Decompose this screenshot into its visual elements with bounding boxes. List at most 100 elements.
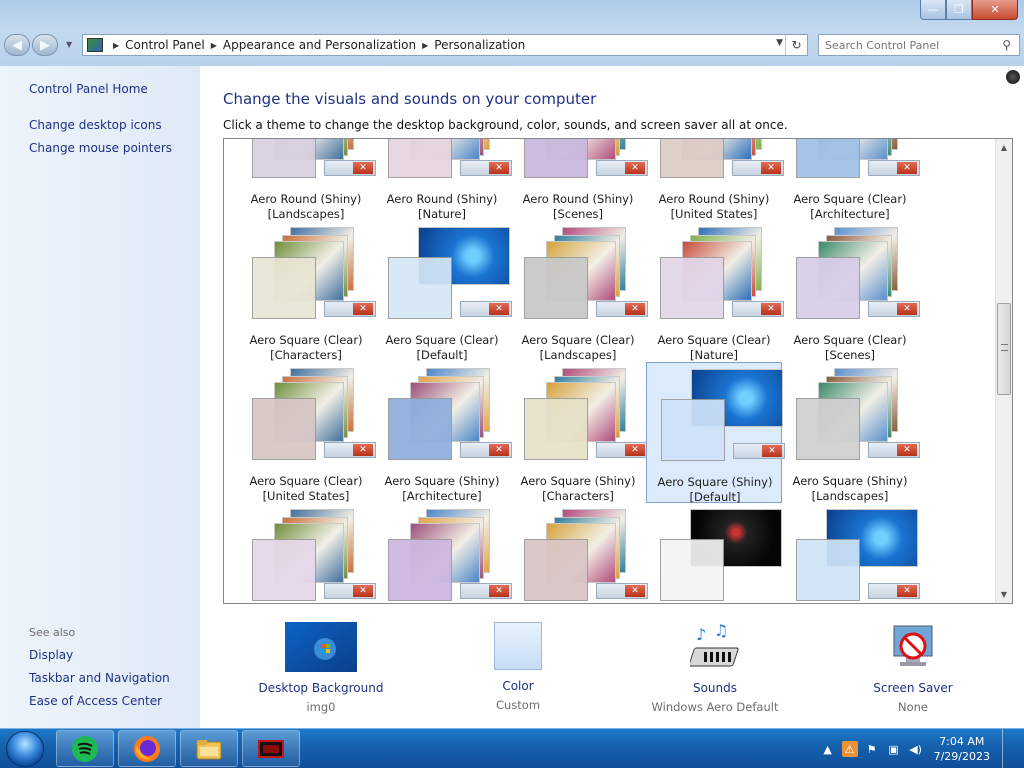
theme-tile[interactable]: ✕ Aero Square (Shiny) [Default]	[646, 362, 785, 505]
chevron-right-icon[interactable]: ▶	[211, 41, 217, 50]
ease-of-access-link[interactable]: Ease of Access Center	[29, 694, 162, 708]
desktop-background-label[interactable]: Desktop Background	[236, 681, 406, 695]
breadcrumb-control-panel[interactable]: Control Panel	[125, 38, 205, 52]
search-icon[interactable]: ⚲	[1002, 38, 1011, 52]
start-orb-icon[interactable]	[6, 731, 44, 767]
theme-tile[interactable]: ✕ Aero Square (Clear) [Architecture]	[782, 139, 920, 221]
theme-label: Aero Square (Clear) [Default]	[374, 333, 510, 363]
close-icon: ✕	[625, 585, 645, 597]
tray-app-icon[interactable]: ⚠	[841, 741, 858, 757]
address-history-dropdown-icon[interactable]: ▼	[776, 38, 783, 48]
volume-icon[interactable]: ◀)	[908, 741, 924, 757]
sounds-label[interactable]: Sounds	[630, 681, 800, 695]
theme-color-swatch	[660, 539, 724, 601]
control-panel-home-link[interactable]: Control Panel Home	[29, 82, 148, 96]
action-center-flag-icon[interactable]: ⚑	[864, 741, 880, 757]
network-icon[interactable]: ▣	[886, 741, 902, 757]
close-button[interactable]: ✕	[972, 0, 1018, 20]
theme-color-swatch	[796, 539, 860, 601]
theme-variant: [Characters]	[270, 348, 342, 362]
theme-tile[interactable]: ✕Aero Square (Shiny)	[238, 503, 376, 603]
chevron-right-icon[interactable]: ▶	[422, 41, 428, 50]
theme-variant: [United States]	[670, 207, 758, 221]
help-icon[interactable]	[1006, 70, 1020, 84]
theme-tile[interactable]: ✕ Aero Square (Clear) [Landscapes]	[510, 221, 648, 362]
desktop-background-setting[interactable]: Desktop Background img0	[236, 622, 406, 714]
screen-saver-setting[interactable]: Screen Saver None	[828, 622, 998, 714]
theme-label: Aero Square (Clear) [United States]	[238, 474, 374, 504]
theme-tile[interactable]: ✕Windows Basic	[782, 503, 920, 603]
theme-tile[interactable]: ✕ Aero Round (Shiny) [Landscapes]	[238, 139, 376, 222]
theme-thumbnail: ✕	[796, 227, 920, 321]
theme-tile[interactable]: ✕ Aero Square (Clear) [Nature]	[646, 221, 784, 363]
back-button[interactable]: ◀	[4, 34, 30, 56]
change-mouse-pointers-link[interactable]: Change mouse pointers	[29, 141, 172, 155]
theme-tile[interactable]: ✕ Aero Square (Clear) [Default]	[374, 221, 512, 363]
theme-variant: [Landscapes]	[811, 489, 889, 503]
recent-pages-dropdown-icon[interactable]: ▼	[66, 40, 72, 49]
show-hidden-icons-icon[interactable]: ▲	[820, 741, 836, 757]
theme-color-swatch	[388, 139, 452, 178]
theme-tile[interactable]: ✕ Aero Round (Shiny) [Nature]	[374, 139, 512, 221]
svg-text:♪: ♪	[696, 625, 706, 644]
theme-label: Aero Square (Shiny) [Default]	[647, 475, 783, 505]
taskbar-pinned-app[interactable]	[56, 730, 114, 767]
show-desktop-button[interactable]	[1002, 729, 1016, 768]
scroll-down-icon[interactable]: ▼	[996, 586, 1012, 603]
taskbar-explorer[interactable]	[180, 730, 238, 767]
screen-saver-icon	[893, 625, 933, 666]
search-box[interactable]: ⚲	[818, 34, 1020, 56]
scroll-up-icon[interactable]: ▲	[996, 139, 1012, 156]
display-link[interactable]: Display	[29, 648, 73, 662]
theme-tile[interactable]: ✕ Aero Square (Shiny) [Architecture]	[374, 362, 512, 504]
theme-tile[interactable]: BadAzz Dream	[646, 503, 782, 603]
chevron-right-icon[interactable]: ▶	[113, 41, 119, 50]
forward-button[interactable]: ▶	[32, 34, 58, 56]
theme-label: Aero Square (Clear) [Nature]	[646, 333, 782, 363]
breadcrumb-appearance[interactable]: Appearance and Personalization	[223, 38, 416, 52]
theme-window-preview: ✕	[868, 442, 920, 458]
taskbar-active-app[interactable]	[242, 730, 300, 767]
theme-tile[interactable]: ✕ Aero Square (Shiny) [Characters]	[510, 362, 648, 503]
taskbar-navigation-link[interactable]: Taskbar and Navigation	[29, 671, 170, 685]
desktop-background-value: img0	[306, 700, 336, 714]
theme-tile[interactable]: ✕Aero Square (Shiny)	[510, 503, 648, 603]
color-label[interactable]: Color	[433, 679, 603, 693]
change-desktop-icons-link[interactable]: Change desktop icons	[29, 118, 162, 132]
taskbar: ▲ ⚠ ⚑ ▣ ◀) 7:04 AM 7/29/2023	[0, 728, 1024, 768]
theme-list[interactable]: ✕ Aero Round (Shiny) [Landscapes] ✕ Aero Rou…	[223, 138, 1013, 604]
theme-tile[interactable]: ✕ Aero Square (Clear) [Characters]	[238, 221, 376, 362]
search-input[interactable]	[819, 35, 989, 55]
theme-variant: [Default]	[416, 348, 468, 362]
color-setting[interactable]: Color Custom	[433, 622, 603, 712]
theme-tile[interactable]: ✕ Aero Square (Shiny) [Landscapes]	[782, 362, 920, 503]
system-tray: ▲ ⚠ ⚑ ▣ ◀) 7:04 AM 7/29/2023	[820, 729, 1024, 768]
sounds-setting[interactable]: ♪ ♫ Sounds Windows Aero Default	[630, 621, 800, 714]
clock[interactable]: 7:04 AM 7/29/2023	[934, 734, 990, 764]
theme-window-preview: ✕	[733, 443, 785, 459]
breadcrumb-personalization[interactable]: Personalization	[434, 38, 525, 52]
theme-tile[interactable]: ✕ Aero Round (Shiny) [Scenes]	[510, 139, 648, 221]
theme-name: Aero Square (Clear)	[793, 192, 907, 206]
theme-tile[interactable]: ✕ Aero Square (Clear) [Scenes]	[782, 221, 920, 362]
theme-tile[interactable]: ✕Aero Square (Shiny)	[374, 503, 512, 603]
close-icon: ✕	[897, 444, 917, 456]
taskbar-firefox[interactable]	[118, 730, 176, 767]
maximize-button[interactable]: ❐	[946, 0, 972, 20]
scroll-thumb[interactable]	[997, 303, 1011, 395]
minimize-button[interactable]: —	[920, 0, 946, 20]
screen-saver-label[interactable]: Screen Saver	[828, 681, 998, 695]
refresh-icon[interactable]: ↻	[785, 35, 807, 55]
theme-label: Aero Square (Shiny) [Architecture]	[374, 474, 510, 504]
theme-tile[interactable]: ✕ Aero Square (Clear) [United States]	[238, 362, 376, 504]
theme-window-preview: ✕	[596, 301, 648, 317]
theme-label: Aero Round (Shiny) [Landscapes]	[238, 192, 374, 222]
close-icon: ✕	[353, 585, 373, 597]
theme-tile[interactable]: ✕ Aero Round (Shiny) [United States]	[646, 139, 784, 221]
theme-color-swatch	[524, 139, 588, 178]
desktop-background-icon	[285, 622, 357, 672]
theme-variant: [United States]	[262, 489, 350, 503]
theme-window-preview: ✕	[460, 160, 512, 176]
address-bar[interactable]: ▶ Control Panel ▶ Appearance and Persona…	[82, 34, 808, 56]
vertical-scrollbar[interactable]: ▲ ▼	[995, 139, 1012, 603]
